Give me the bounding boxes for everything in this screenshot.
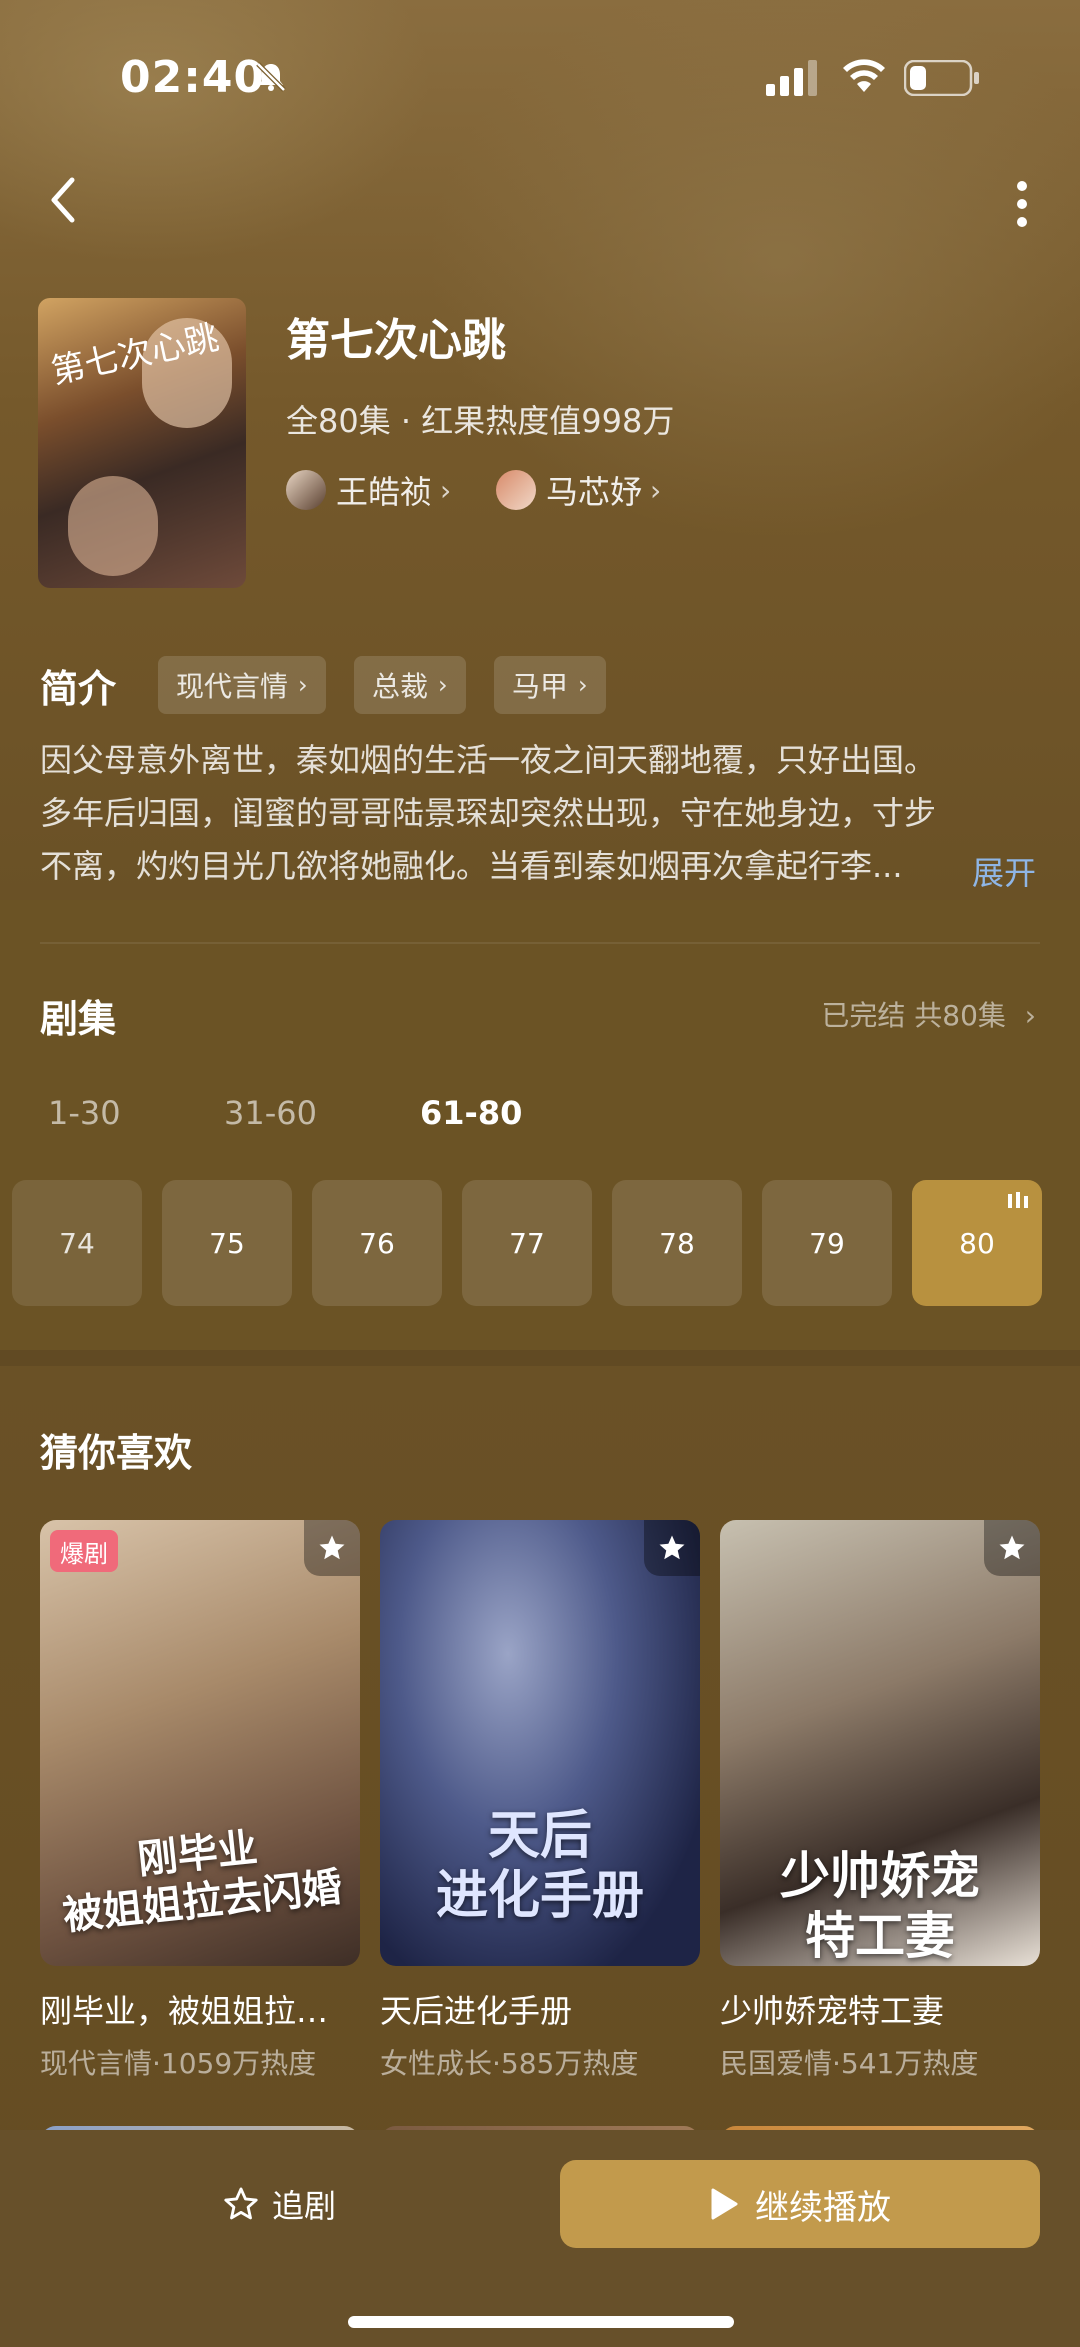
home-indicator[interactable] bbox=[348, 2316, 734, 2328]
follow-label: 追剧 bbox=[272, 2187, 337, 2225]
episodes-label: 剧集 bbox=[40, 997, 117, 1041]
card-subtitle: 现代言情·1059万热度 bbox=[40, 2047, 317, 2080]
episode-number: 77 bbox=[509, 1226, 545, 1260]
recommend-card[interactable]: 爆剧 刚毕业 被姐姐拉去闪婚 刚毕业，被姐姐拉… 现代言情·1059万热度 bbox=[40, 1520, 360, 2082]
tag-label: 马甲 bbox=[512, 670, 569, 703]
bell-muted-icon bbox=[256, 62, 286, 92]
actor-link[interactable]: 马芯妤 › bbox=[496, 466, 661, 514]
actor-name: 马芯妤 bbox=[546, 473, 643, 511]
card-title: 天后进化手册 bbox=[380, 1992, 573, 2030]
avatar bbox=[286, 470, 326, 510]
chevron-right-icon: › bbox=[650, 473, 662, 507]
episode-button-current[interactable]: 80 bbox=[912, 1180, 1042, 1306]
drama-meta: 全80集 · 红果热度值998万 bbox=[286, 402, 675, 440]
more-options-button[interactable] bbox=[1000, 176, 1044, 232]
chevron-right-icon: › bbox=[440, 473, 452, 507]
card-art-title: 少帅娇宠 特工妻 bbox=[780, 1846, 980, 1965]
chevron-right-icon: › bbox=[438, 671, 448, 699]
episodes-status[interactable]: 已完结 共80集 › bbox=[821, 994, 1036, 1034]
recommend-card[interactable]: 少帅娇宠 特工妻 少帅娇宠特工妻 民国爱情·541万热度 bbox=[720, 1520, 1040, 2082]
episode-number: 76 bbox=[359, 1226, 395, 1260]
avatar bbox=[496, 470, 536, 510]
drama-poster[interactable]: 第七次心跳 bbox=[38, 298, 246, 588]
signal-icon bbox=[766, 60, 817, 96]
star-outline-icon bbox=[224, 2187, 258, 2220]
episode-number: 75 bbox=[209, 1226, 245, 1260]
intro-description: 因父母意外离世，秦如烟的生活一夜之间天翻地覆，只好出国。多年后归国，闺蜜的哥哥陆… bbox=[40, 741, 937, 885]
poster-figure bbox=[68, 476, 158, 576]
genre-tag[interactable]: 马甲 › bbox=[494, 656, 606, 714]
actor-link[interactable]: 王皓祯 › bbox=[286, 466, 451, 514]
card-art-title: 天后 进化手册 bbox=[435, 1805, 644, 1926]
episode-button[interactable]: 75 bbox=[162, 1180, 292, 1306]
status-bar: 02:40 bbox=[0, 0, 1080, 150]
episode-range-tab-active[interactable]: 61-80 bbox=[420, 1094, 522, 1132]
play-icon bbox=[711, 2188, 738, 2220]
card-subtitle: 民国爱情·541万热度 bbox=[720, 2047, 979, 2080]
expand-link[interactable]: 展开 bbox=[972, 848, 1036, 894]
intro-label: 简介 bbox=[40, 667, 117, 711]
section-separator bbox=[0, 1350, 1080, 1366]
follow-button[interactable]: 追剧 bbox=[222, 2172, 336, 2236]
favorite-button[interactable] bbox=[984, 1520, 1040, 1576]
card-subtitle: 女性成长·585万热度 bbox=[380, 2047, 639, 2080]
star-icon bbox=[659, 1535, 685, 1560]
star-icon bbox=[319, 1535, 345, 1560]
status-time: 02:40 bbox=[120, 52, 266, 103]
episode-button[interactable]: 79 bbox=[762, 1180, 892, 1306]
episode-range-tab[interactable]: 1-30 bbox=[48, 1094, 121, 1132]
card-title: 少帅娇宠特工妻 bbox=[720, 1992, 945, 2030]
genre-tag[interactable]: 现代言情 › bbox=[158, 656, 326, 714]
battery-icon bbox=[904, 60, 979, 96]
tag-label: 现代言情 bbox=[176, 670, 289, 703]
favorite-button[interactable] bbox=[644, 1520, 700, 1576]
tag-label: 总裁 bbox=[372, 670, 429, 703]
episode-range-tab[interactable]: 31-60 bbox=[224, 1094, 317, 1132]
episode-button[interactable]: 77 bbox=[462, 1180, 592, 1306]
episode-number: 74 bbox=[59, 1226, 95, 1260]
chevron-right-icon: › bbox=[578, 671, 588, 699]
episode-number: 79 bbox=[809, 1226, 845, 1260]
now-playing-icon bbox=[1008, 1192, 1028, 1208]
continue-play-button[interactable]: 继续播放 bbox=[560, 2160, 1040, 2248]
favorite-button[interactable] bbox=[304, 1520, 360, 1576]
episodes-status-text: 已完结 共80集 bbox=[821, 999, 1006, 1032]
episode-number: 78 bbox=[659, 1226, 695, 1260]
back-button[interactable] bbox=[40, 170, 88, 230]
episode-button[interactable]: 74 bbox=[12, 1180, 142, 1306]
chevron-right-icon: › bbox=[1024, 999, 1036, 1032]
divider bbox=[40, 942, 1040, 944]
episode-number: 80 bbox=[959, 1226, 995, 1260]
actor-name: 王皓祯 bbox=[336, 473, 433, 511]
card-title: 刚毕业，被姐姐拉… bbox=[40, 1992, 329, 2030]
chevron-right-icon: › bbox=[298, 671, 308, 699]
episode-button[interactable]: 76 bbox=[312, 1180, 442, 1306]
recommend-card[interactable]: 天后 进化手册 天后进化手册 女性成长·585万热度 bbox=[380, 1520, 700, 2082]
wifi-icon bbox=[843, 59, 885, 92]
card-art-title: 刚毕业 被姐姐拉去闪婚 bbox=[60, 1823, 345, 1940]
card-thumbnail: 天后 进化手册 bbox=[380, 1520, 700, 1966]
episode-button[interactable]: 78 bbox=[612, 1180, 742, 1306]
card-thumbnail: 少帅娇宠 特工妻 bbox=[720, 1520, 1040, 1966]
hot-badge: 爆剧 bbox=[50, 1530, 118, 1572]
continue-play-label: 继续播放 bbox=[755, 2187, 891, 2228]
drama-title: 第七次心跳 bbox=[286, 315, 506, 366]
card-thumbnail: 爆剧 刚毕业 被姐姐拉去闪婚 bbox=[40, 1520, 360, 1966]
recommend-label: 猜你喜欢 bbox=[40, 1431, 193, 1475]
genre-tag[interactable]: 总裁 › bbox=[354, 656, 466, 714]
star-icon bbox=[999, 1535, 1025, 1560]
